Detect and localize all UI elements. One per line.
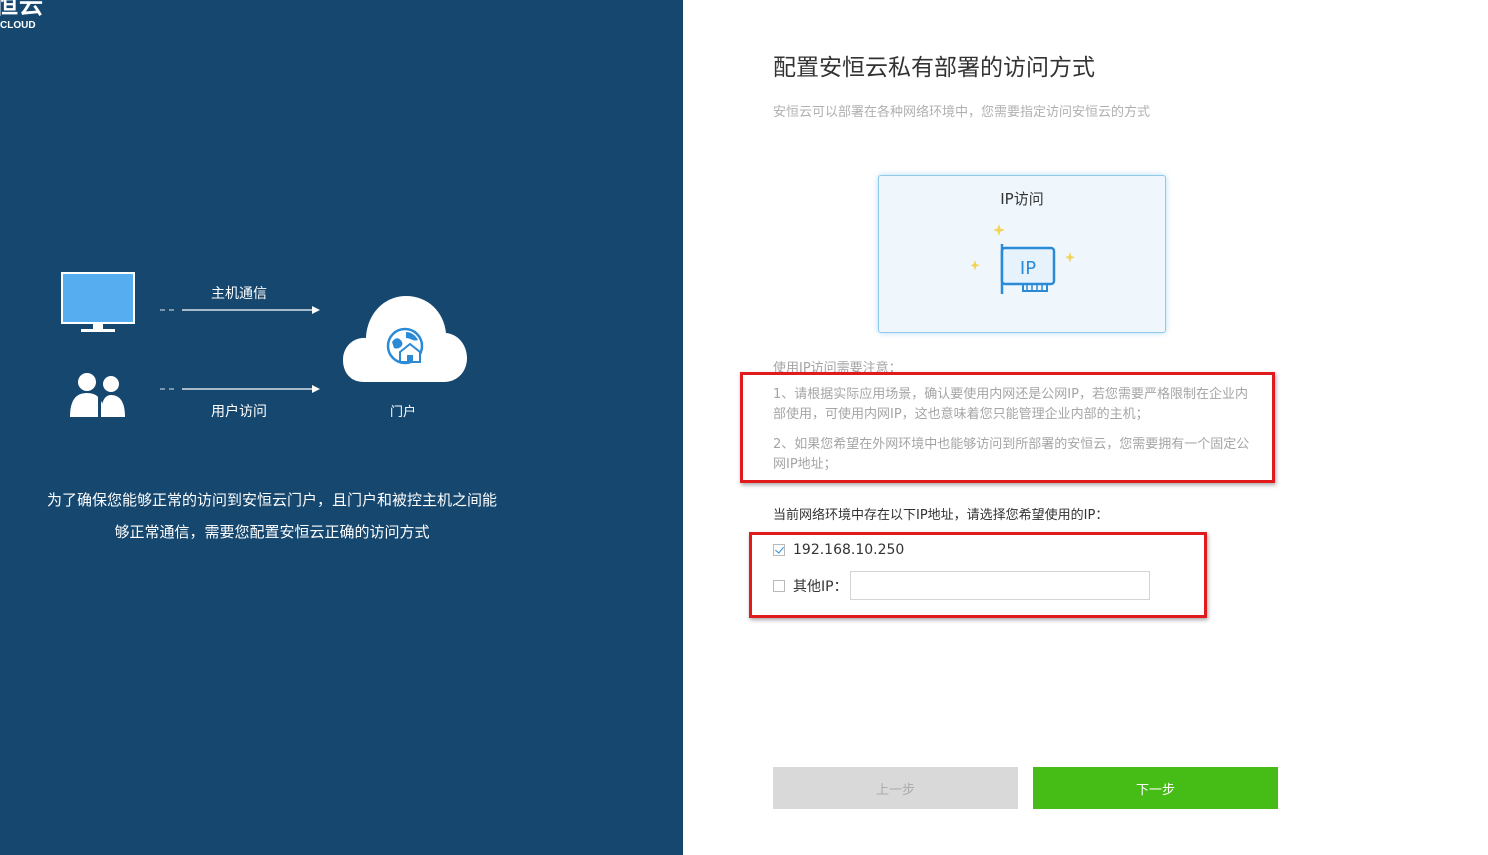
ip-access-card-title: IP访问 <box>1000 190 1044 208</box>
monitor-icon <box>61 272 135 332</box>
cloud-portal-icon <box>343 296 467 382</box>
brand-logo-subtext: CLOUD <box>0 20 36 31</box>
portal-label: 门户 <box>390 405 417 420</box>
ip-card-icon: IP <box>971 224 1075 294</box>
ip-card-icon-text: IP <box>1020 258 1036 279</box>
next-step-button[interactable]: 下一步 <box>1033 767 1278 809</box>
left-info-panel: 恒云 CLOUD 主机通信 用户访问 门户 为了确保您能够正常的访问到安恒云门户… <box>0 0 683 855</box>
page-subtitle: 安恒云可以部署在各种网络环境中，您需要指定访问安恒云的方式 <box>773 105 1151 120</box>
ip-access-card[interactable]: IP访问 IP <box>878 175 1166 333</box>
host-communication-label: 主机通信 <box>211 286 267 302</box>
prev-step-button[interactable]: 上一步 <box>773 767 1018 809</box>
ip-option-checkbox[interactable] <box>773 544 785 556</box>
other-ip-input[interactable] <box>849 571 1150 600</box>
users-icon <box>70 373 125 417</box>
note-item: 2、如果您希望在外网环境中也能够访问到所部署的安恒云，您需要拥有一个固定公网IP… <box>773 437 1250 472</box>
note-item: 1、请根据实际应用场景，确认要使用内网还是公网IP，若您需要严格限制在企业内部使… <box>773 387 1248 422</box>
other-ip-checkbox[interactable] <box>773 579 785 592</box>
ip-option-label: 192.168.10.250 <box>793 542 905 558</box>
config-panel: 配置安恒云私有部署的访问方式 安恒云可以部署在各种网络环境中，您需要指定访问安恒… <box>683 0 1488 855</box>
other-ip-option-row[interactable]: 其他IP： <box>773 571 1150 600</box>
host-arrow <box>160 306 320 314</box>
user-arrow <box>160 385 320 393</box>
other-ip-label: 其他IP： <box>793 578 848 595</box>
page-title: 配置安恒云私有部署的访问方式 <box>773 55 1095 81</box>
access-description: 为了确保您能够正常的访问到安恒云门户，且门户和被控主机之间能够正常通信，需要您配… <box>46 491 497 541</box>
brand-logo: 恒云 <box>0 0 44 19</box>
user-access-label: 用户访问 <box>211 404 267 420</box>
ip-option-row[interactable]: 192.168.10.250 <box>773 540 904 560</box>
ip-choose-prompt: 当前网络环境中存在以下IP地址，请选择您希望使用的IP： <box>773 508 1109 523</box>
